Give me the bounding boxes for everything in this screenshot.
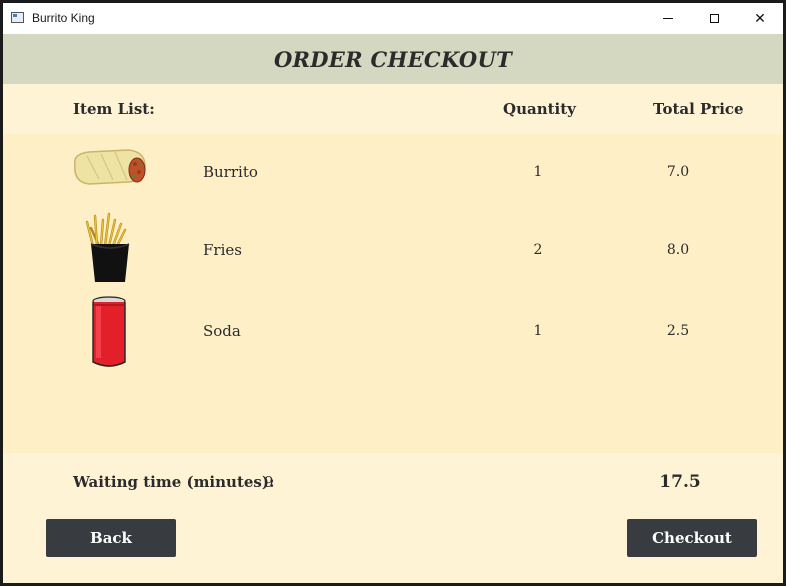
close-button[interactable]: ✕ (737, 3, 783, 34)
app-window: Burrito King ✕ ORDER CHECKOUT Item List:… (3, 3, 783, 583)
back-button[interactable]: Back (46, 519, 176, 557)
item-quantity: 1 (533, 323, 543, 339)
item-list-header: Item List: (73, 100, 155, 118)
maximize-icon (709, 14, 719, 23)
item-price: 8.0 (666, 242, 690, 258)
quantity-header: Quantity (503, 100, 576, 118)
minimize-icon (663, 18, 673, 19)
soda-icon (92, 296, 126, 367)
column-headers: Item List: Quantity Total Price (3, 84, 783, 134)
waiting-time-label: Waiting time (minutes): (73, 473, 275, 491)
checkout-footer: Waiting time (minutes): 9 17.5 Back Chec… (3, 453, 783, 583)
total-price-header: Total Price (653, 100, 744, 118)
list-item: Fries 2 8.0 (3, 212, 783, 282)
list-item: Soda 1 2.5 (3, 294, 783, 367)
checkout-button[interactable]: Checkout (627, 519, 757, 557)
checkout-header: ORDER CHECKOUT (3, 34, 783, 84)
list-item: Burrito 1 7.0 (3, 134, 783, 204)
item-name: Soda (203, 322, 241, 340)
maximize-button[interactable] (691, 3, 737, 34)
order-item-list: Burrito 1 7.0 Fries 2 8.0 Soda 1 2.5 (3, 134, 783, 453)
minimize-button[interactable] (645, 3, 691, 34)
item-price: 2.5 (666, 323, 690, 339)
title-bar: Burrito King ✕ (3, 3, 783, 34)
waiting-time-value: 9 (264, 473, 274, 491)
app-icon (11, 12, 24, 23)
fries-icon (85, 212, 130, 282)
close-icon: ✕ (754, 10, 766, 26)
order-total: 17.5 (659, 472, 701, 492)
item-name: Burrito (203, 163, 258, 181)
item-name: Fries (203, 241, 242, 259)
item-quantity: 1 (533, 164, 543, 180)
window-title: Burrito King (32, 11, 95, 25)
item-quantity: 2 (533, 242, 543, 258)
page-title: ORDER CHECKOUT (273, 46, 513, 72)
burrito-icon (74, 149, 146, 185)
item-price: 7.0 (666, 164, 690, 180)
